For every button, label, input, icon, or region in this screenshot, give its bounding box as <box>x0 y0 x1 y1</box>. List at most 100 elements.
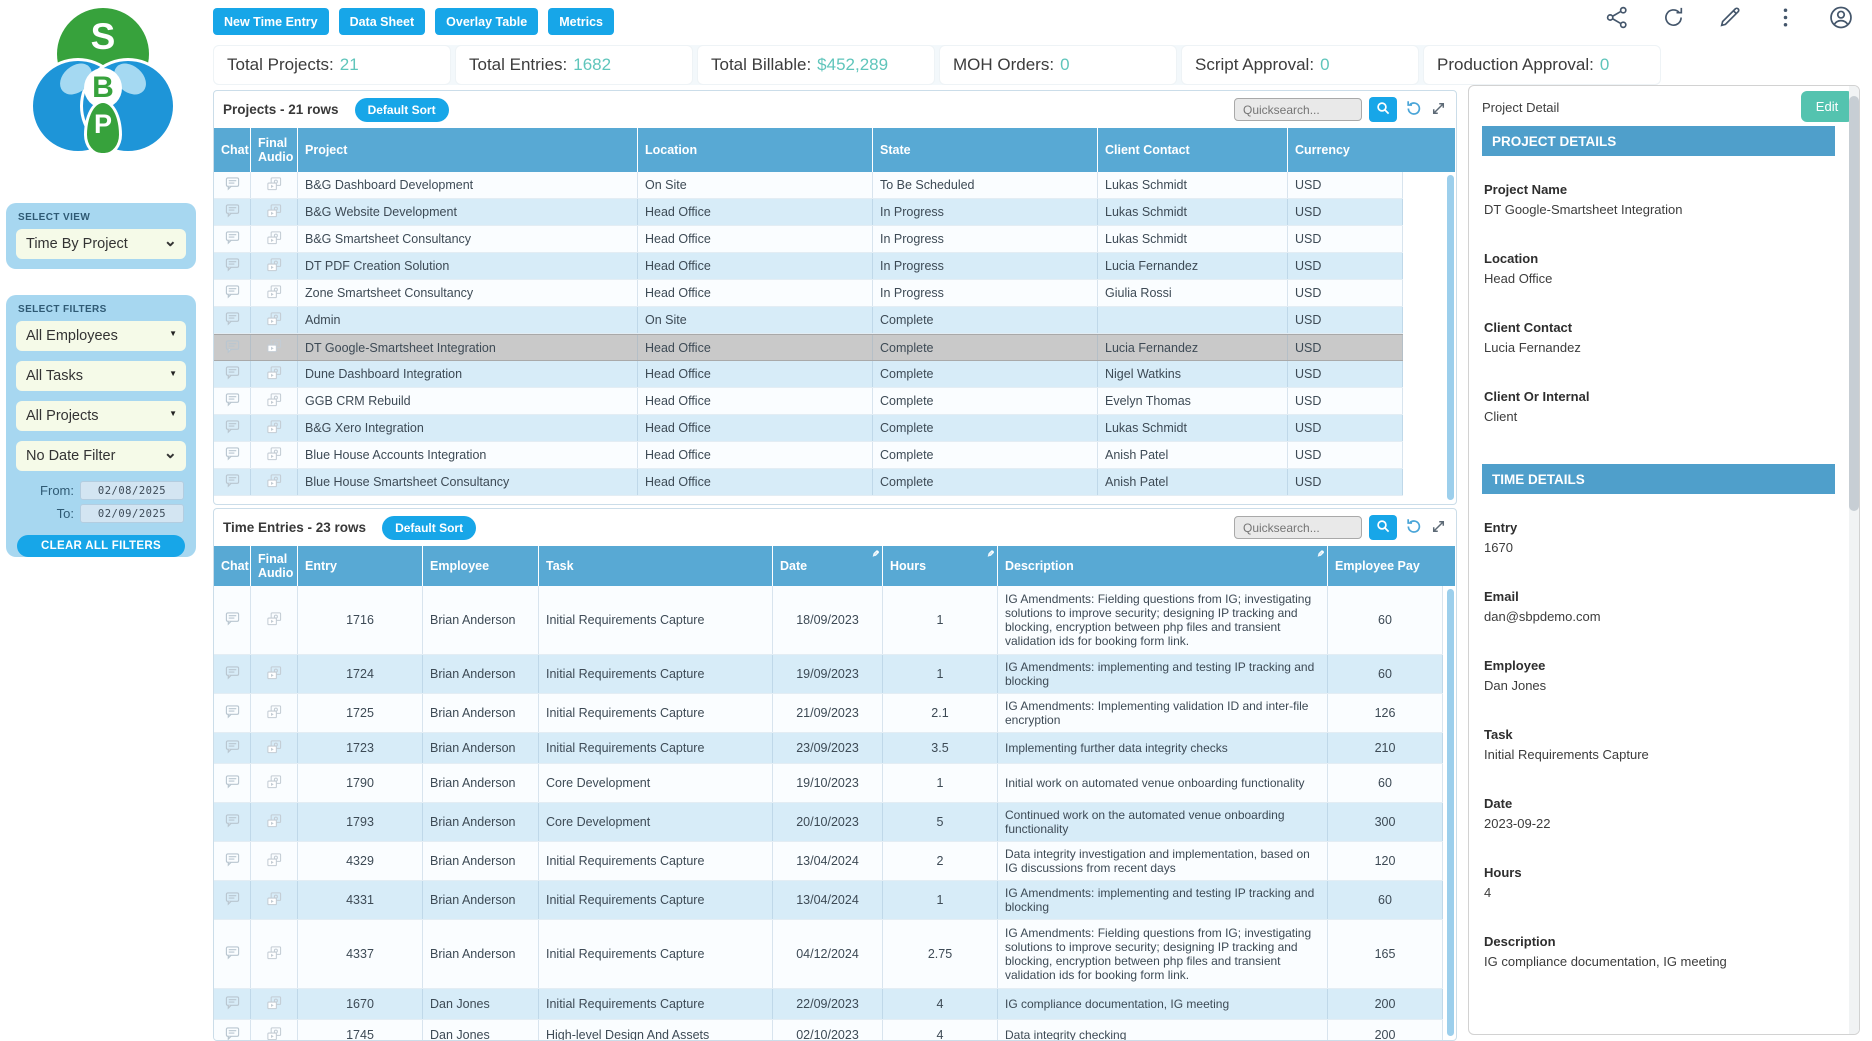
time-col-hours[interactable]: Hours✎ <box>883 546 998 586</box>
description-cell[interactable]: IG Amendments: Implementing validation I… <box>998 694 1328 732</box>
chat-cell[interactable] <box>214 764 251 802</box>
description-cell[interactable]: IG Amendments: implementing and testing … <box>998 881 1328 919</box>
toolbar-button[interactable]: Data Sheet <box>339 8 426 35</box>
time-entry-row[interactable]: 4337 Brian Anderson Initial Requirements… <box>214 920 1443 989</box>
description-cell[interactable]: IG Amendments: Fielding questions from I… <box>998 920 1328 988</box>
time-col-employee[interactable]: Employee <box>423 546 539 586</box>
chat-cell[interactable] <box>214 335 251 360</box>
time-entry-row[interactable]: 1723 Brian Anderson Initial Requirements… <box>214 733 1443 764</box>
refresh-icon[interactable] <box>1660 4 1686 30</box>
time-col-chat[interactable]: Chat <box>214 546 251 586</box>
projects-expand-button[interactable] <box>1430 100 1447 120</box>
final-audio-cell[interactable] <box>251 655 298 693</box>
project-row[interactable]: Dune Dashboard Integration Head Office C… <box>214 361 1403 388</box>
project-row[interactable]: B&G Dashboard Development On Site To Be … <box>214 172 1403 199</box>
description-cell[interactable]: IG Amendments: Fielding questions from I… <box>998 586 1328 654</box>
time-entry-row[interactable]: 1670 Dan Jones Initial Requirements Capt… <box>214 989 1443 1020</box>
filter-select[interactable]: All Tasks <box>16 361 186 391</box>
time-entry-row[interactable]: 1745 Dan Jones High-level Design And Ass… <box>214 1020 1443 1041</box>
projects-col-state[interactable]: State <box>873 128 1098 172</box>
hours-cell[interactable]: 4 <box>883 989 998 1019</box>
final-audio-cell[interactable] <box>251 881 298 919</box>
final-audio-cell[interactable] <box>251 253 298 279</box>
description-cell[interactable]: Implementing further data integrity chec… <box>998 733 1328 763</box>
time-entries-expand-button[interactable] <box>1430 518 1447 538</box>
final-audio-cell[interactable] <box>251 388 298 414</box>
project-row[interactable]: DT Google-Smartsheet Integration Head Of… <box>214 334 1403 361</box>
chat-cell[interactable] <box>214 388 251 414</box>
time-col-final-audio[interactable]: Final Audio <box>251 546 298 586</box>
toolbar-button[interactable]: Metrics <box>548 8 614 35</box>
final-audio-cell[interactable] <box>251 586 298 654</box>
chat-cell[interactable] <box>214 172 251 198</box>
final-audio-cell[interactable] <box>251 199 298 225</box>
time-entry-row[interactable]: 1724 Brian Anderson Initial Requirements… <box>214 655 1443 694</box>
projects-default-sort-button[interactable]: Default Sort <box>355 98 449 122</box>
time-entries-refresh-button[interactable] <box>1404 517 1423 539</box>
time-entry-row[interactable]: 4331 Brian Anderson Initial Requirements… <box>214 881 1443 920</box>
final-audio-cell[interactable] <box>251 764 298 802</box>
time-entries-quicksearch-input[interactable] <box>1234 516 1362 539</box>
date-cell[interactable]: 19/09/2023 <box>773 655 883 693</box>
view-select[interactable]: Time By Project <box>16 229 186 259</box>
chat-cell[interactable] <box>214 655 251 693</box>
chat-cell[interactable] <box>214 199 251 225</box>
projects-col-chat[interactable]: Chat <box>214 128 251 172</box>
final-audio-cell[interactable] <box>251 307 298 333</box>
chat-cell[interactable] <box>214 694 251 732</box>
date-cell[interactable]: 13/04/2024 <box>773 881 883 919</box>
final-audio-cell[interactable] <box>251 172 298 198</box>
date-cell[interactable]: 23/09/2023 <box>773 733 883 763</box>
date-cell[interactable]: 13/04/2024 <box>773 842 883 880</box>
final-audio-cell[interactable] <box>251 226 298 252</box>
date-from-input[interactable] <box>80 481 184 500</box>
projects-refresh-button[interactable] <box>1404 99 1423 121</box>
hours-cell[interactable]: 4 <box>883 1020 998 1041</box>
chat-cell[interactable] <box>214 442 251 468</box>
hours-cell[interactable]: 5 <box>883 803 998 841</box>
description-cell[interactable]: IG Amendments: implementing and testing … <box>998 655 1328 693</box>
final-audio-cell[interactable] <box>251 694 298 732</box>
time-entry-row[interactable]: 1725 Brian Anderson Initial Requirements… <box>214 694 1443 733</box>
final-audio-cell[interactable] <box>251 335 298 360</box>
account-icon[interactable] <box>1828 4 1854 30</box>
project-row[interactable]: Zone Smartsheet Consultancy Head Office … <box>214 280 1403 307</box>
time-col-date[interactable]: Date✎ <box>773 546 883 586</box>
clear-all-filters-button[interactable]: CLEAR ALL FILTERS <box>17 535 185 557</box>
final-audio-cell[interactable] <box>251 920 298 988</box>
date-cell[interactable]: 19/10/2023 <box>773 764 883 802</box>
description-cell[interactable]: IG compliance documentation, IG meeting <box>998 989 1328 1019</box>
time-col-employee-pay[interactable]: Employee Pay <box>1328 546 1456 586</box>
chat-cell[interactable] <box>214 586 251 654</box>
time-entry-row[interactable]: 4329 Brian Anderson Initial Requirements… <box>214 842 1443 881</box>
final-audio-cell[interactable] <box>251 361 298 387</box>
date-cell[interactable]: 21/09/2023 <box>773 694 883 732</box>
final-audio-cell[interactable] <box>251 989 298 1019</box>
detail-scrollbar-track[interactable] <box>1849 86 1859 1034</box>
description-cell[interactable]: Data integrity investigation and impleme… <box>998 842 1328 880</box>
chat-cell[interactable] <box>214 469 251 495</box>
projects-col-final-audio[interactable]: Final Audio <box>251 128 298 172</box>
hours-cell[interactable]: 1 <box>883 881 998 919</box>
project-row[interactable]: Blue House Smartsheet Consultancy Head O… <box>214 469 1403 496</box>
projects-col-currency[interactable]: Currency <box>1288 128 1456 172</box>
final-audio-cell[interactable] <box>251 442 298 468</box>
date-cell[interactable]: 02/10/2023 <box>773 1020 883 1041</box>
project-row[interactable]: GGB CRM Rebuild Head Office Complete Eve… <box>214 388 1403 415</box>
edit-button[interactable]: Edit <box>1801 91 1853 122</box>
project-row[interactable]: B&G Xero Integration Head Office Complet… <box>214 415 1403 442</box>
hours-cell[interactable]: 2.1 <box>883 694 998 732</box>
projects-scrollbar[interactable] <box>1447 175 1454 500</box>
time-entries-search-button[interactable] <box>1369 515 1397 540</box>
description-cell[interactable]: Initial work on automated venue onboardi… <box>998 764 1328 802</box>
final-audio-cell[interactable] <box>251 803 298 841</box>
project-row[interactable]: B&G Website Development Head Office In P… <box>214 199 1403 226</box>
chat-cell[interactable] <box>214 803 251 841</box>
project-row[interactable]: Blue House Accounts Integration Head Off… <box>214 442 1403 469</box>
final-audio-cell[interactable] <box>251 1020 298 1041</box>
chat-cell[interactable] <box>214 733 251 763</box>
hours-cell[interactable]: 2.75 <box>883 920 998 988</box>
hours-cell[interactable]: 2 <box>883 842 998 880</box>
hours-cell[interactable]: 1 <box>883 764 998 802</box>
edit-icon[interactable] <box>1716 4 1742 30</box>
